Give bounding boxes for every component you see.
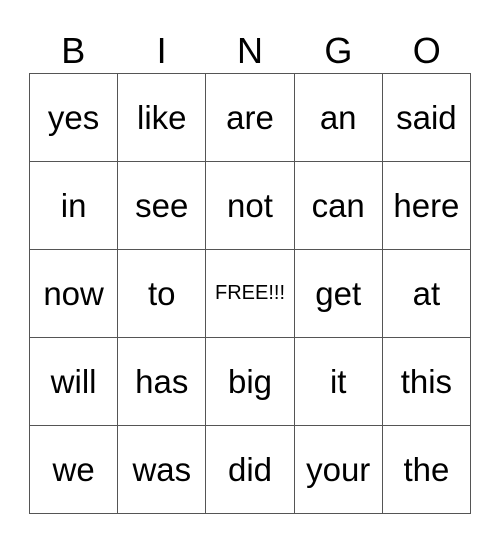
bingo-cell[interactable]: at	[382, 250, 471, 338]
bingo-grid: yes like are an said in see not can here…	[29, 73, 471, 514]
bingo-cell[interactable]: big	[206, 338, 295, 426]
bingo-cell[interactable]: we	[30, 426, 119, 514]
bingo-cell[interactable]: this	[382, 338, 471, 426]
bingo-cell[interactable]: did	[206, 426, 295, 514]
bingo-cell[interactable]: an	[294, 74, 383, 162]
bingo-cell[interactable]: to	[118, 250, 207, 338]
bingo-cell[interactable]: has	[118, 338, 207, 426]
bingo-cell[interactable]: here	[382, 162, 471, 250]
header-letter-o: O	[412, 30, 441, 71]
bingo-cell[interactable]: will	[30, 338, 119, 426]
bingo-cell[interactable]: it	[294, 338, 383, 426]
bingo-cell[interactable]: yes	[30, 74, 119, 162]
bingo-cell[interactable]: see	[118, 162, 207, 250]
bingo-cell[interactable]: like	[118, 74, 207, 162]
bingo-header: B I N G O	[29, 28, 471, 73]
header-letter-n: N	[236, 30, 263, 71]
bingo-cell[interactable]: not	[206, 162, 295, 250]
header-letter-g: G	[324, 30, 353, 71]
bingo-cell[interactable]: are	[206, 74, 295, 162]
bingo-cell[interactable]: now	[30, 250, 119, 338]
bingo-cell[interactable]: the	[382, 426, 471, 514]
bingo-cell[interactable]: said	[382, 74, 471, 162]
bingo-cell[interactable]: your	[294, 426, 383, 514]
header-letter-b: B	[61, 30, 86, 71]
bingo-cell[interactable]: was	[118, 426, 207, 514]
free-space-cell[interactable]: FREE!!!	[206, 250, 295, 338]
bingo-cell[interactable]: in	[30, 162, 119, 250]
bingo-cell[interactable]: get	[294, 250, 383, 338]
bingo-cell[interactable]: can	[294, 162, 383, 250]
header-letter-i: I	[156, 30, 167, 71]
